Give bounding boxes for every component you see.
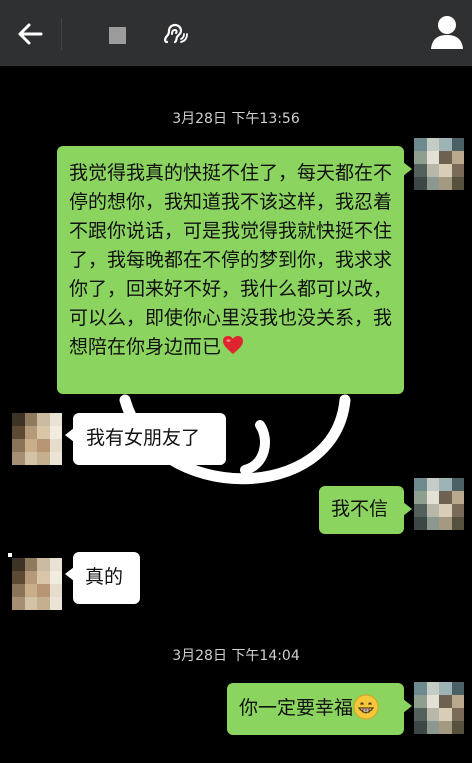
message-text: 我有女朋友了 [86, 427, 201, 449]
back-button[interactable] [10, 14, 50, 54]
my-avatar[interactable] [414, 682, 464, 734]
contact-avatar[interactable] [12, 413, 62, 465]
outgoing-message-bubble[interactable]: 你一定要幸福 [227, 683, 412, 735]
chat-header [0, 0, 472, 66]
message-text: 真的 [85, 566, 124, 588]
message-text: 你一定要幸福 [239, 697, 354, 719]
contact-name-censor [109, 27, 126, 44]
red-heart-icon [223, 336, 244, 354]
outgoing-message-bubble[interactable]: 我不信 [319, 486, 412, 534]
message-text: 我觉得我真的快挺不住了，每天都在不停的想你，我知道我不该这样，我忍着不跟你说话，… [69, 162, 393, 358]
profile-button[interactable] [430, 14, 464, 52]
incoming-message-bubble[interactable]: 我有女朋友了 [65, 413, 226, 465]
message-text: 我不信 [331, 498, 389, 520]
my-avatar[interactable] [414, 138, 464, 190]
voice-mode-button[interactable] [160, 22, 188, 50]
incoming-message-bubble[interactable]: 真的 [65, 552, 140, 604]
person-icon [431, 16, 463, 49]
grinning-face-icon [353, 694, 379, 720]
separator-dot [8, 553, 12, 557]
timestamp: 3月28日 下午14:04 [172, 648, 300, 664]
header-divider [61, 18, 62, 50]
timestamp: 3月28日 下午13:56 [172, 111, 300, 127]
contact-avatar[interactable] [12, 558, 62, 610]
ear-icon [164, 23, 188, 44]
arrow-left-icon [18, 23, 43, 45]
outgoing-message-bubble[interactable]: 我觉得我真的快挺不住了，每天都在不停的想你，我知道我不该这样，我忍着不跟你说话，… [57, 146, 412, 394]
my-avatar[interactable] [414, 478, 464, 530]
